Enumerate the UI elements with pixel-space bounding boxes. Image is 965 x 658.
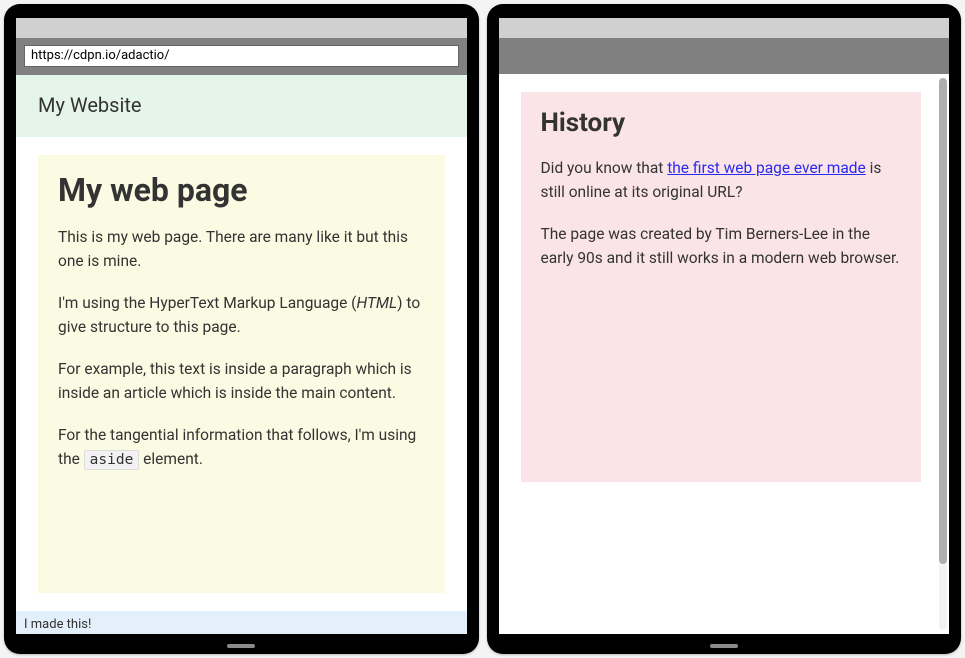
- home-indicator-icon: [227, 644, 255, 648]
- html-abbrev: HTML: [356, 294, 397, 312]
- article: My web page This is my web page. There a…: [38, 155, 445, 594]
- first-web-page-link[interactable]: the first web page ever made: [667, 159, 866, 177]
- site-title: My Website: [38, 93, 142, 117]
- article-paragraph-1: This is my web page. There are many like…: [58, 225, 425, 273]
- scrollbar[interactable]: [939, 78, 947, 630]
- text-run: Did you know that: [541, 159, 668, 177]
- article-paragraph-3: For example, this text is inside a parag…: [58, 357, 425, 405]
- article-paragraph-4: For the tangential information that foll…: [58, 423, 425, 471]
- browser-url-bar: [16, 38, 467, 75]
- article-heading: My web page: [58, 171, 425, 209]
- url-input[interactable]: [24, 45, 459, 67]
- site-header: My Website: [16, 75, 467, 137]
- aside-paragraph-1: Did you know that the first web page eve…: [541, 156, 902, 204]
- browser-url-bar: [499, 38, 950, 74]
- text-run: element.: [139, 450, 203, 468]
- browser-chrome-top: [16, 18, 467, 38]
- scrollbar-thumb[interactable]: [939, 78, 947, 564]
- main-content: My web page This is my web page. There a…: [16, 137, 467, 612]
- aside: History Did you know that the first web …: [521, 92, 922, 482]
- text-run: I'm using the HyperText Markup Language …: [58, 294, 356, 312]
- viewport-left: My Website My web page This is my web pa…: [16, 75, 467, 635]
- device-left: My Website My web page This is my web pa…: [4, 4, 479, 654]
- article-paragraph-2: I'm using the HyperText Markup Language …: [58, 291, 425, 339]
- device-right: History Did you know that the first web …: [487, 4, 962, 654]
- footer-text: I made this!: [24, 617, 91, 632]
- code-aside: aside: [84, 450, 140, 470]
- aside-paragraph-2: The page was created by Tim Berners-Lee …: [541, 222, 902, 270]
- aside-heading: History: [541, 108, 902, 138]
- site-footer: I made this!: [16, 611, 467, 634]
- browser-chrome-top: [499, 18, 950, 38]
- main-content: History Did you know that the first web …: [499, 74, 950, 634]
- viewport-right: History Did you know that the first web …: [499, 74, 950, 634]
- home-indicator-icon: [710, 644, 738, 648]
